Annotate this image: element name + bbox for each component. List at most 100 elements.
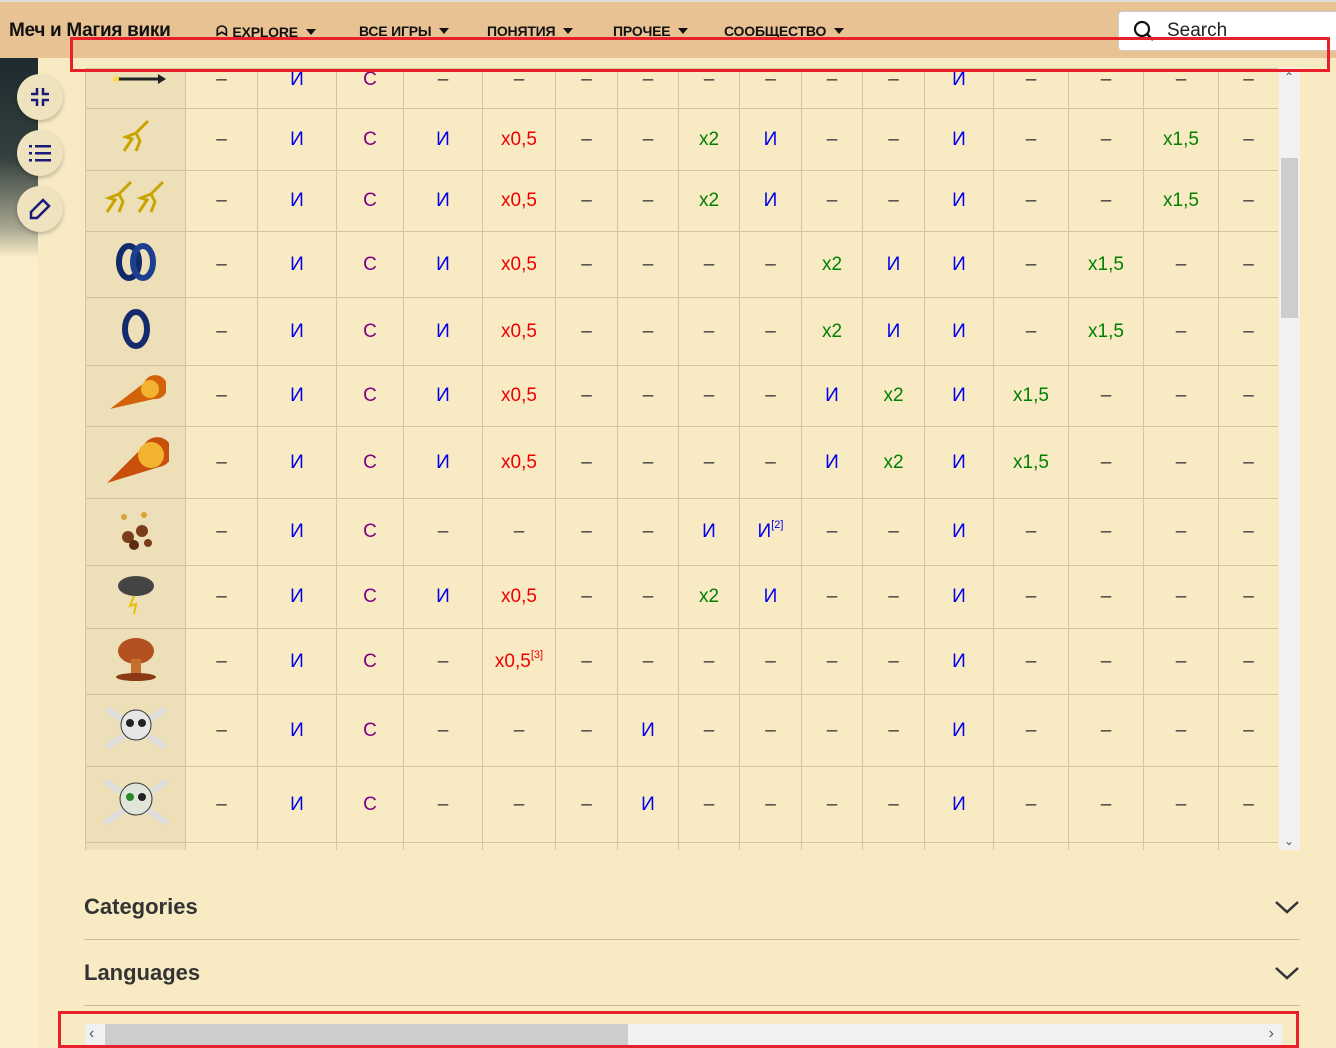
- cell-value: –: [1025, 69, 1037, 90]
- resistance-cell: –: [617, 68, 679, 109]
- cell-value: –: [826, 650, 838, 672]
- spell-icon-cell: [85, 68, 186, 109]
- arrow-icon[interactable]: [106, 73, 166, 94]
- resistance-cell: –: [993, 628, 1069, 695]
- resistance-cell: –: [555, 297, 618, 366]
- cell-value: –: [765, 451, 776, 473]
- resistance-cell: –: [617, 365, 679, 427]
- languages-section[interactable]: Languages: [84, 940, 1300, 1006]
- cell-value: –: [216, 190, 227, 211]
- resistance-cell: –: [993, 231, 1069, 298]
- scrollbar-thumb[interactable]: [1281, 158, 1298, 318]
- cell-value: –: [216, 320, 227, 342]
- resistance-cell: –: [1143, 68, 1219, 109]
- table-of-contents-button[interactable]: [17, 130, 63, 176]
- resistance-cell: –: [185, 365, 258, 427]
- nav-label: ВСЕ ИГРЫ: [359, 23, 432, 39]
- horizontal-scrollbar[interactable]: ‹ ›: [85, 1024, 1282, 1046]
- resistance-cell: –: [678, 231, 740, 298]
- cell-value: –: [216, 69, 227, 90]
- resistance-cell: x1,5: [1143, 108, 1219, 171]
- table-row: – И С Иx0,5 – – x2 И – – И – – – –: [85, 565, 1278, 629]
- cell-value: И: [436, 253, 450, 275]
- cell-value: –: [703, 451, 715, 473]
- resistance-cell: И: [924, 108, 994, 171]
- cell-value: И: [952, 719, 966, 741]
- resistance-cell: –: [739, 231, 802, 298]
- storm-cloud-icon[interactable]: [112, 576, 160, 621]
- resistance-cell: И: [403, 297, 483, 366]
- scroll-left-icon[interactable]: ‹: [89, 1025, 94, 1043]
- skull-crossbones-green-icon[interactable]: [99, 778, 173, 834]
- mushroom-cloud-icon[interactable]: [111, 637, 161, 688]
- cell-value: –: [1175, 521, 1187, 542]
- resistance-cell: И: [739, 108, 802, 171]
- resistance-cell: [1218, 842, 1278, 850]
- spell-icon-cell: [85, 694, 186, 767]
- resistance-cell: –: [617, 231, 679, 298]
- cell-value: И: [436, 320, 450, 342]
- cell-value: –: [642, 69, 654, 90]
- nav-other[interactable]: ПРОЧЕЕ: [613, 23, 689, 39]
- cell-value: –: [765, 650, 776, 672]
- cell-value: –: [1025, 793, 1037, 815]
- cell-value: И: [886, 320, 901, 342]
- cell-value: И: [436, 385, 450, 406]
- resistance-cell: –: [801, 565, 863, 629]
- meteor-shower-icon[interactable]: [114, 512, 158, 556]
- fireball-small-icon[interactable]: [106, 375, 167, 418]
- resistance-cell: –: [801, 628, 863, 695]
- cell-value: x1,5: [1013, 385, 1049, 406]
- cell-value: x2: [698, 128, 720, 150]
- footnote-link[interactable]: [3]: [531, 649, 543, 661]
- resistance-cell: –: [1218, 694, 1278, 767]
- resistance-cell: –: [403, 498, 483, 566]
- scroll-right-icon[interactable]: ›: [1269, 1025, 1274, 1043]
- collapse-button[interactable]: [17, 74, 63, 120]
- cell-value: –: [581, 719, 592, 741]
- double-ring-icon[interactable]: [111, 242, 161, 290]
- resistance-cell: –: [185, 108, 258, 171]
- section-title: Categories: [84, 893, 198, 919]
- table-row: – И С Иx0,5 – – x2 И – – И – – x1,5 –: [85, 108, 1278, 171]
- resistance-cell: С: [336, 297, 404, 366]
- resistance-cell: И: [739, 565, 802, 629]
- cell-value: x0,5: [501, 128, 537, 150]
- cell-value: И: [436, 586, 450, 607]
- resistance-cell: –: [678, 68, 740, 109]
- scroll-up-icon[interactable]: ⌃: [1284, 70, 1294, 84]
- spell-icon-cell: [85, 231, 186, 298]
- resistance-cell: x1,5: [1068, 297, 1144, 366]
- lightning-icon[interactable]: [118, 119, 154, 160]
- nav-explore[interactable]: ᗣ EXPLORE: [216, 23, 316, 40]
- edit-button[interactable]: [17, 186, 63, 232]
- search-input[interactable]: Search: [1118, 11, 1336, 51]
- cell-value: –: [1175, 451, 1187, 473]
- nav-all-games[interactable]: ВСЕ ИГРЫ: [359, 23, 450, 39]
- cell-value: –: [1243, 190, 1254, 211]
- nav-community[interactable]: СООБЩЕСТВО: [724, 23, 845, 39]
- skull-crossbones-icon[interactable]: [101, 705, 171, 758]
- nav-concepts[interactable]: ПОНЯТИЯ: [487, 23, 574, 39]
- resistance-cell: И: [257, 297, 337, 366]
- table-vertical-scrollbar[interactable]: ⌃ ⌄: [1279, 68, 1300, 850]
- cell-value: –: [826, 719, 838, 741]
- resistance-cell: –: [801, 170, 863, 232]
- site-title[interactable]: Меч и Магия вики: [9, 20, 171, 42]
- resistance-cell: –: [617, 565, 679, 629]
- footnote-link[interactable]: [2]: [771, 519, 783, 531]
- spell-icon-cell: [85, 108, 186, 171]
- categories-section[interactable]: Categories: [84, 874, 1300, 940]
- resistance-cell: –: [1218, 565, 1278, 629]
- scrollbar-thumb[interactable]: [105, 1024, 628, 1046]
- fireball-large-icon[interactable]: [103, 436, 172, 492]
- resistance-cell: –: [678, 694, 740, 767]
- nav-label: ПОНЯТИЯ: [487, 23, 556, 39]
- cell-value: –: [513, 793, 525, 815]
- ring-icon[interactable]: [119, 308, 153, 356]
- double-lightning-icon[interactable]: [103, 180, 169, 221]
- cell-value: –: [1100, 451, 1112, 473]
- scroll-down-icon[interactable]: ⌄: [1284, 834, 1294, 848]
- cell-value: x2: [821, 253, 843, 275]
- resistance-cell: –: [993, 108, 1069, 171]
